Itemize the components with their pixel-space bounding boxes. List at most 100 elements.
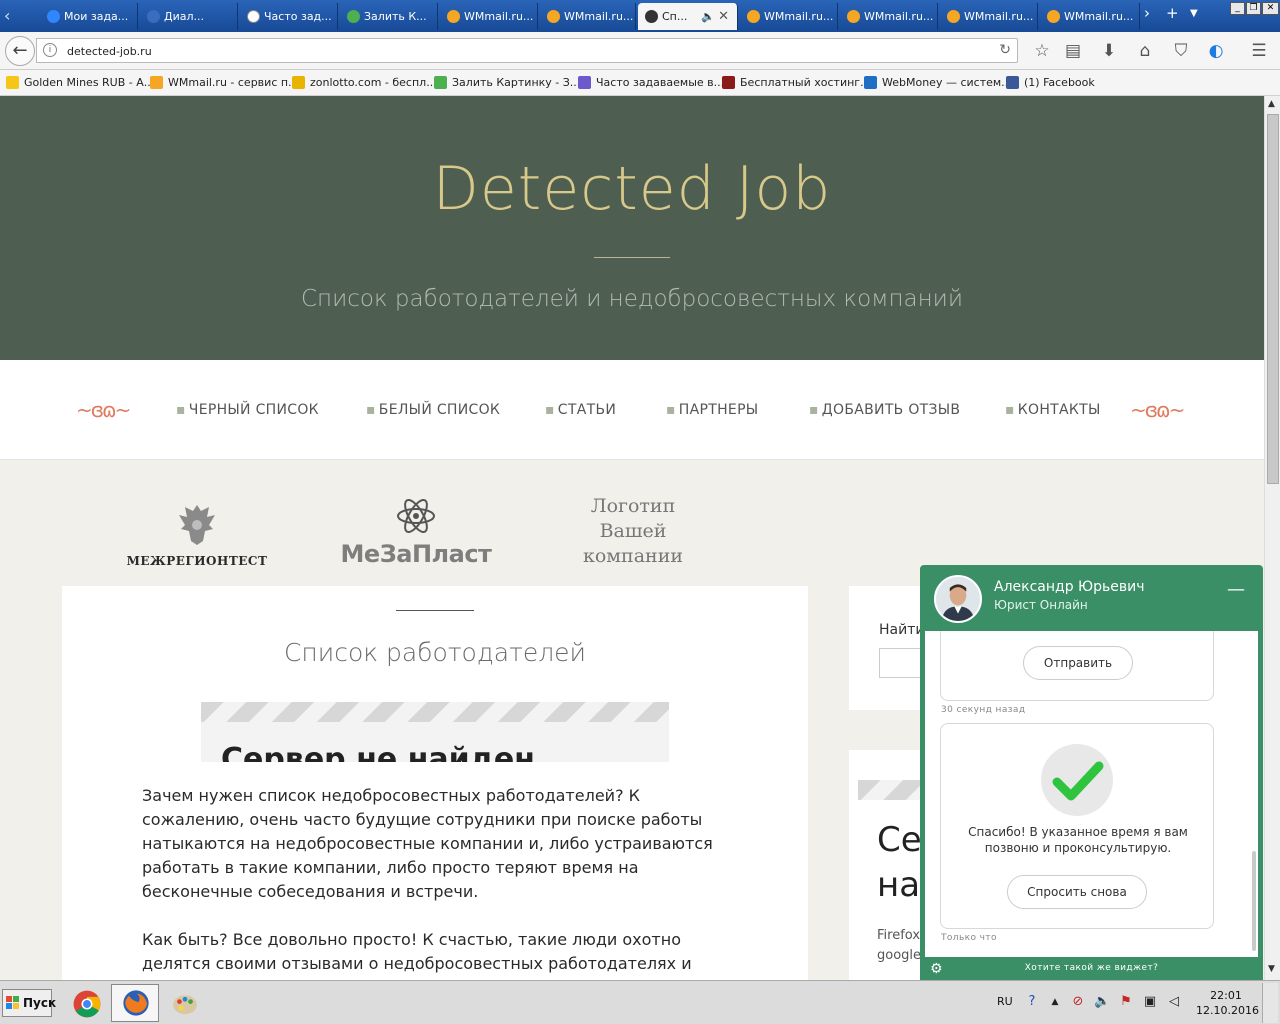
reload-icon[interactable]: ↻ [999, 42, 1011, 58]
volume-icon[interactable]: 🔈 [1094, 994, 1110, 1010]
new-tab-icon[interactable]: + [1166, 4, 1179, 22]
tab-audio-icon[interactable]: 🔈 [701, 3, 715, 30]
site-info-icon[interactable]: i [43, 43, 57, 57]
pocket-icon[interactable]: ⛉ [1170, 40, 1192, 62]
title-divider [594, 257, 670, 258]
help-icon[interactable]: ? [1024, 994, 1040, 1010]
sync-icon[interactable]: ◐ [1205, 40, 1227, 62]
tab-favicon-icon [847, 10, 860, 23]
menu-item-2[interactable]: ▪ СТАТЬИ [545, 402, 616, 418]
send-button[interactable]: Отправить [1023, 646, 1133, 680]
bookmark-item[interactable]: WebMoney — систем... [864, 76, 1012, 89]
security-tray-icon[interactable]: ⊘ [1070, 994, 1086, 1010]
tab-10[interactable]: WMmail.ru... [1040, 3, 1140, 30]
partner-logo-placeholder[interactable]: Логотип Вашей компании [570, 494, 696, 569]
bookmark-item[interactable]: WMmail.ru - сервис п... [150, 76, 299, 89]
chat-widget: Александр Юрьевич Юрист Онлайн — Отправи… [920, 565, 1263, 981]
menu-item-1[interactable]: ▪ БЕЛЫЙ СПИСОК [366, 402, 500, 418]
tray-expand-icon[interactable]: ▲ [1047, 994, 1063, 1010]
close-window-icon[interactable]: ✕ [1262, 2, 1279, 15]
partner-logo-mezhregiontest[interactable]: МЕЖРЕГИОНТЕСТ [126, 501, 268, 568]
chat-message: Отправить [940, 631, 1214, 701]
bookmark-item[interactable]: Часто задаваемые в... [578, 76, 724, 89]
bookmark-item[interactable]: Бесплатный хостинг... [722, 76, 871, 89]
bookmark-label: WMmail.ru - сервис п... [168, 76, 299, 89]
tab-favicon-icon [247, 10, 260, 23]
tab-7[interactable]: WMmail.ru... [740, 3, 838, 30]
main-content-card: Список работодателей Сервер не найден За… [62, 586, 808, 980]
start-button[interactable]: Пуск [2, 989, 56, 1017]
tab-favicon-icon [1047, 10, 1060, 23]
bookmark-item[interactable]: Golden Mines RUB - А... [6, 76, 154, 89]
tab-6[interactable]: Сп... 🔈 ✕ [638, 3, 738, 30]
scroll-down-icon[interactable]: ▼ [1268, 964, 1275, 974]
site-title[interactable]: Detected Job [0, 154, 1264, 224]
menu-item-5[interactable]: ▪ КОНТАКТЫ [1005, 402, 1101, 418]
firefox-taskbar-button[interactable] [111, 984, 159, 1022]
home-icon[interactable]: ⌂ [1134, 40, 1156, 62]
menu-bullet-icon: ▪ [809, 402, 819, 418]
avatar [934, 575, 982, 623]
tab-1[interactable]: Диал... [140, 3, 238, 30]
partner-logo-mezaplast[interactable]: МеЗаПласт [340, 495, 492, 568]
minimize-widget-icon[interactable]: — [1227, 579, 1245, 600]
tab-3[interactable]: Залить К... [340, 3, 438, 30]
search-label: Найти [879, 622, 925, 638]
tab-5[interactable]: WMmail.ru... [540, 3, 636, 30]
minimize-window-icon[interactable]: _ [1230, 2, 1245, 15]
message-timestamp: Только что [941, 933, 997, 943]
widget-promo-link[interactable]: Хотите такой же виджет? [920, 963, 1263, 973]
downloads-icon[interactable]: ⬇ [1098, 40, 1120, 62]
language-indicator[interactable]: RU [997, 995, 1013, 1008]
bookmark-star-icon[interactable]: ☆ [1031, 40, 1053, 62]
bookmark-item[interactable]: (1) Facebook [1006, 76, 1095, 89]
bookmark-item[interactable]: zonlotto.com - беспл... [292, 76, 437, 89]
tab-list-icon[interactable]: ▼ [1190, 8, 1198, 19]
second-paragraph: Как быть? Все довольно просто! К счастью… [142, 930, 692, 980]
tab-favicon-icon [947, 10, 960, 23]
tab-close-icon[interactable]: ✕ [718, 3, 729, 30]
page-scrollbar[interactable]: ▲ ▼ [1264, 96, 1280, 980]
flag-tray-icon[interactable]: ⚑ [1118, 994, 1134, 1010]
tab-9[interactable]: WMmail.ru... [940, 3, 1038, 30]
menu-bullet-icon: ▪ [545, 402, 555, 418]
url-bar[interactable]: i ↻ [36, 38, 1018, 63]
network-icon[interactable]: ▣ [1142, 994, 1158, 1010]
show-desktop-button[interactable] [1262, 983, 1278, 1023]
bookmark-item[interactable]: Залить Картинку - З... [434, 76, 580, 89]
embedded-error-frame: Сервер не найден [201, 702, 669, 762]
menu-item-label: ЧЕРНЫЙ СПИСОК [188, 402, 319, 418]
chat-messages: Отправить 30 секунд назад Спасибо! В ука… [925, 631, 1258, 957]
speaker-tray-icon[interactable]: ◁ [1166, 994, 1182, 1010]
menu-item-3[interactable]: ▪ ПАРТНЕРЫ [666, 402, 758, 418]
consultant-name: Александр Юрьевич [994, 579, 1145, 595]
clock-time: 22:01 [1210, 989, 1242, 1002]
restore-window-icon[interactable]: ❐ [1246, 2, 1261, 15]
tab-8[interactable]: WMmail.ru... [840, 3, 938, 30]
ask-again-button[interactable]: Спросить снова [1007, 875, 1147, 909]
widget-header[interactable]: Александр Юрьевич Юрист Онлайн — [920, 565, 1263, 631]
chrome-taskbar-button[interactable] [62, 984, 110, 1022]
tab-4[interactable]: WMmail.ru... [440, 3, 538, 30]
address-input[interactable] [67, 42, 967, 60]
tab-favicon-icon [547, 10, 560, 23]
paint-taskbar-button[interactable] [160, 984, 208, 1022]
scroll-up-icon[interactable]: ▲ [1268, 99, 1275, 109]
tab-scroll-right-icon[interactable]: › [1144, 4, 1150, 22]
reading-list-icon[interactable]: ▤ [1062, 40, 1084, 62]
menu-icon[interactable]: ☰ [1248, 40, 1270, 62]
tab-0[interactable]: Мои зада... [40, 3, 138, 30]
widget-footer: ⚙ Хотите такой же виджет? [920, 959, 1263, 981]
system-clock[interactable]: 22:01 12.10.2016 [1196, 988, 1259, 1018]
tab-scroll-left-icon[interactable]: ‹ [4, 6, 10, 25]
back-button[interactable]: ← [5, 36, 35, 66]
menu-item-4[interactable]: ▪ ДОБАВИТЬ ОТЗЫВ [809, 402, 960, 418]
tab-2[interactable]: Часто зад... [240, 3, 338, 30]
sidebar-search-card: Найти [849, 586, 939, 710]
scroll-thumb[interactable] [1267, 114, 1279, 484]
menu-item-0[interactable]: ▪ ЧЕРНЫЙ СПИСОК [176, 402, 319, 418]
tab-favicon-icon [447, 10, 460, 23]
tab-label: Залить К... [364, 10, 427, 23]
error-heading-part: Се [877, 820, 922, 860]
chat-scrollbar[interactable] [1252, 851, 1256, 951]
